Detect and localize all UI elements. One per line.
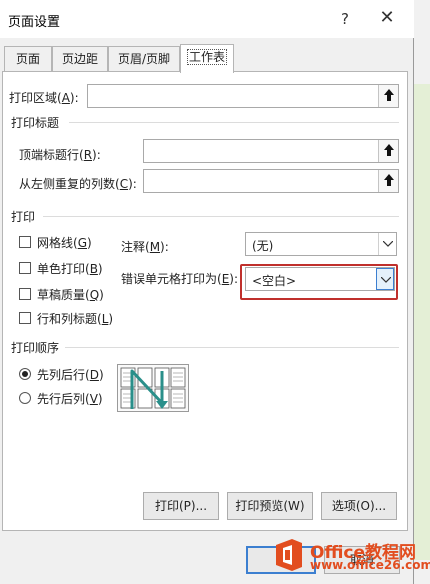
- title-bar: 页面设置 ? ✕: [0, 0, 414, 38]
- cell-errors-value: <空白>: [252, 274, 297, 288]
- row-column-headings-checkbox[interactable]: [19, 312, 31, 324]
- chevron-down-icon[interactable]: [378, 233, 396, 255]
- down-then-over-radio[interactable]: [19, 368, 31, 380]
- chevron-down-icon[interactable]: [376, 268, 394, 290]
- page-order-preview-icon: [120, 367, 186, 409]
- office-logo-icon: [276, 539, 302, 571]
- cell-errors-label: 错误单元格打印为(E):: [121, 272, 239, 286]
- divider: [69, 122, 399, 123]
- comments-value: (无): [252, 239, 274, 253]
- close-button[interactable]: ✕: [374, 6, 400, 32]
- page-order-heading: 打印顺序: [11, 341, 60, 355]
- gridlines-checkbox[interactable]: [19, 236, 31, 248]
- tab-strip: 页面 页边距 页眉/页脚 工作表: [0, 44, 414, 73]
- print-preview-button[interactable]: 打印预览(W): [227, 492, 313, 520]
- collapse-dialog-button[interactable]: [378, 140, 398, 162]
- print-titles-heading: 打印标题: [11, 116, 60, 130]
- tab-page[interactable]: 页面: [4, 46, 52, 72]
- draft-quality-label: 草稿质量(Q): [37, 288, 104, 302]
- watermark-url: www.office26.com: [310, 558, 430, 572]
- collapse-arrow-icon: [384, 89, 394, 101]
- columns-to-repeat-input[interactable]: [143, 169, 399, 193]
- row-column-headings-label: 行和列标题(L): [37, 312, 114, 326]
- columns-to-repeat-label: 从左侧重复的列数(C):: [19, 177, 137, 191]
- black-and-white-checkbox[interactable]: [19, 262, 31, 274]
- collapse-arrow-icon: [384, 144, 394, 156]
- collapse-dialog-button[interactable]: [378, 170, 398, 192]
- rows-to-repeat-label: 顶端标题行(R):: [19, 148, 101, 162]
- print-heading: 打印: [11, 210, 36, 224]
- print-button[interactable]: 打印(P)...: [143, 492, 219, 520]
- divider: [65, 347, 399, 348]
- over-then-down-radio[interactable]: [19, 392, 31, 404]
- collapse-arrow-icon: [384, 174, 394, 186]
- help-button[interactable]: ?: [332, 6, 358, 32]
- tab-sheet[interactable]: 工作表: [180, 44, 234, 73]
- tab-margins[interactable]: 页边距: [52, 46, 108, 72]
- print-area-label: 打印区域(A):: [9, 91, 79, 105]
- cell-errors-select[interactable]: <空白>: [245, 267, 395, 291]
- collapse-dialog-button[interactable]: [378, 85, 398, 107]
- gridlines-label: 网格线(G): [37, 236, 92, 250]
- options-button[interactable]: 选项(O)...: [321, 492, 397, 520]
- comments-label: 注释(M):: [121, 240, 169, 254]
- sheet-tab-panel: 打印区域(A): 打印标题 顶端标题行(R): 从左侧重复的列数(C): 打印 …: [2, 71, 408, 531]
- black-and-white-label: 单色打印(B): [37, 262, 103, 276]
- print-area-input[interactable]: [87, 84, 399, 108]
- divider: [43, 216, 399, 217]
- dialog-title: 页面设置: [8, 15, 61, 30]
- over-then-down-label: 先行后列(V): [37, 392, 103, 406]
- draft-quality-checkbox[interactable]: [19, 288, 31, 300]
- down-then-over-label: 先列后行(D): [37, 368, 104, 382]
- tab-header-footer[interactable]: 页眉/页脚: [108, 46, 180, 72]
- comments-select[interactable]: (无): [245, 232, 397, 256]
- page-setup-dialog: 页面设置 ? ✕ 页面 页边距 页眉/页脚 工作表 打印区域(A): 打印标题 …: [0, 0, 414, 584]
- watermark: Office教程网 www.office26.com: [268, 534, 430, 578]
- rows-to-repeat-input[interactable]: [143, 139, 399, 163]
- page-order-preview-image: [117, 364, 189, 412]
